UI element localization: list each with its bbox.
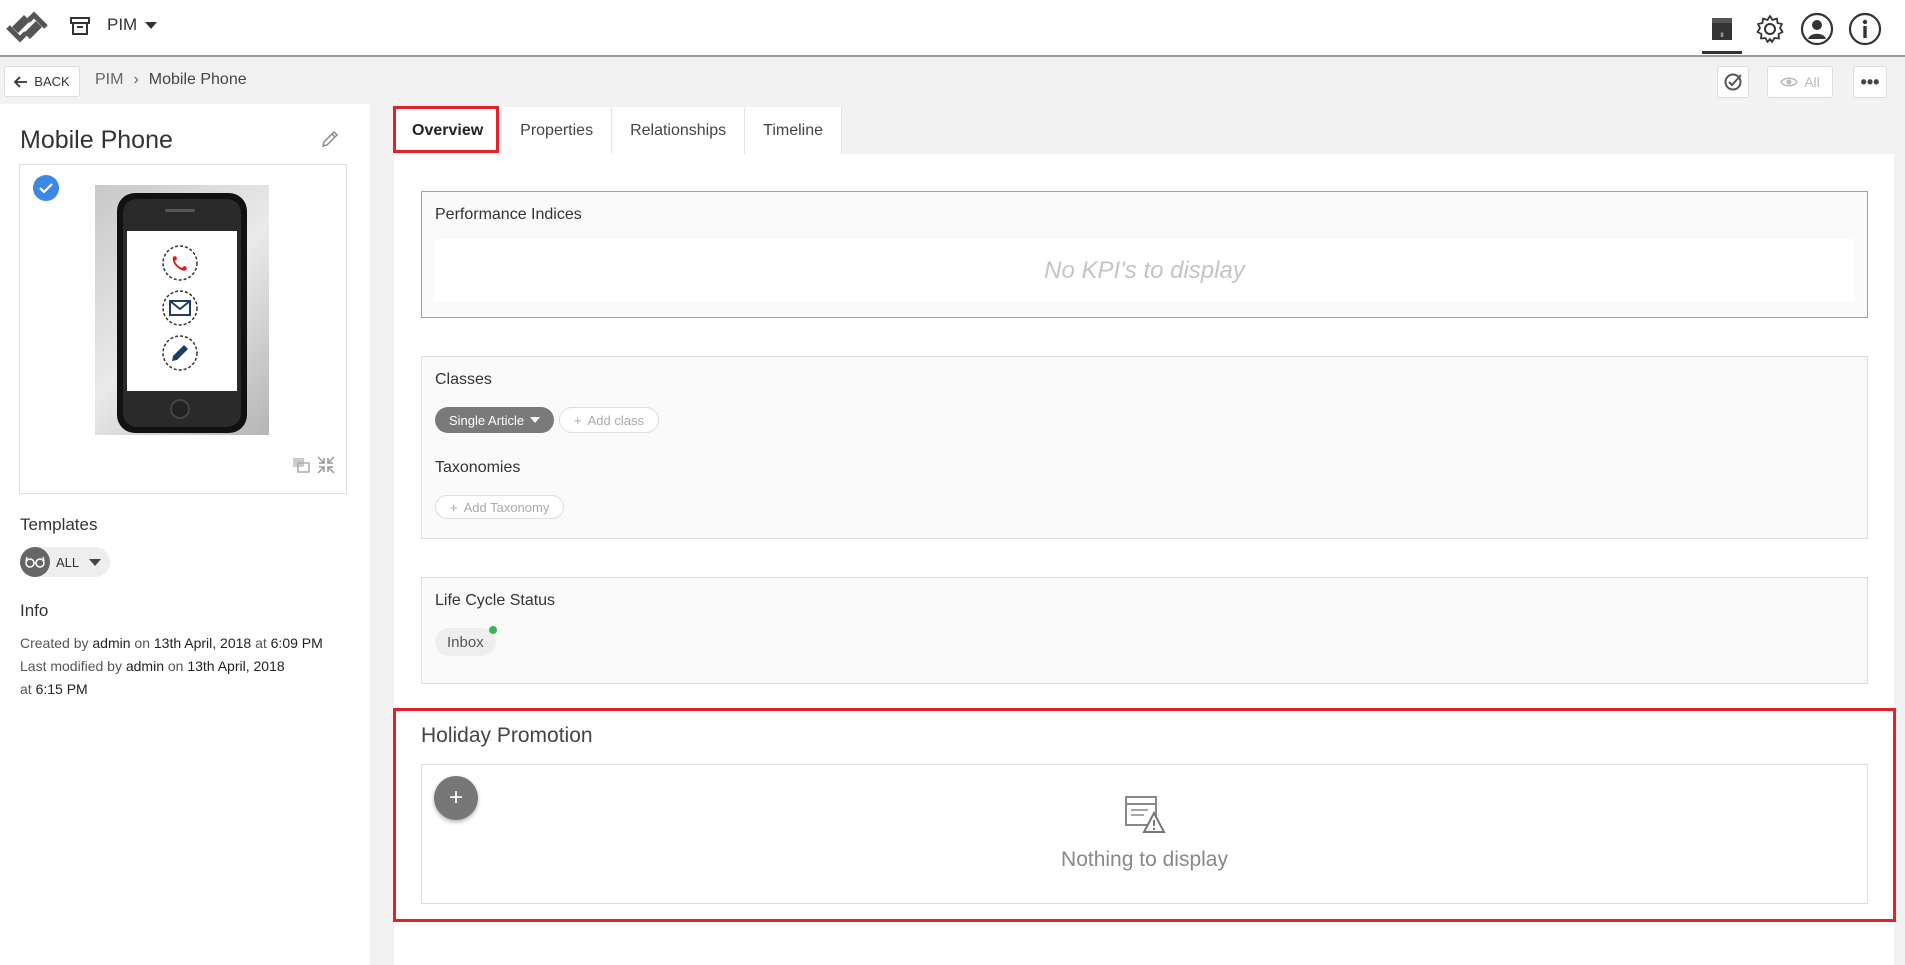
svg-text:II: II (1720, 33, 1724, 39)
info-heading: Info (20, 601, 49, 620)
modified-info: Last modified by admin on 13th April, 20… (20, 655, 290, 701)
sub-toolbar: BACK PIM › Mobile Phone All ••• (0, 59, 1905, 104)
classification-panel: Classes Single Article + Add class Taxon… (421, 356, 1868, 539)
modified-time: 6:15 PM (35, 681, 88, 697)
check-icon[interactable] (33, 175, 59, 201)
kpi-title: Performance Indices (435, 206, 582, 223)
pencil-icon[interactable] (319, 128, 341, 150)
object-title: Mobile Phone (20, 126, 173, 154)
created-info: Created by admin on 13th April, 2018 at … (20, 632, 350, 655)
info-icon[interactable] (1845, 9, 1885, 49)
lifecycle-status-chip[interactable]: Inbox (435, 626, 497, 656)
created-date: 13th April, 2018 (153, 635, 252, 651)
empty-state-text: Nothing to display (1061, 848, 1228, 871)
class-chip-single-article[interactable]: Single Article (435, 407, 555, 433)
glasses-icon (20, 547, 50, 577)
created-user: admin (92, 635, 131, 651)
tab-timeline[interactable]: Timeline (745, 107, 843, 154)
gear-icon[interactable] (1750, 9, 1790, 49)
ellipsis-icon: ••• (1860, 71, 1880, 92)
view-filter-label: All (1804, 74, 1820, 90)
modified-at: at (20, 681, 32, 697)
add-class-button[interactable]: + Add class (559, 407, 659, 433)
chevron-down-icon (530, 417, 541, 423)
kpi-panel: Performance Indices No KPI's to display (421, 191, 1868, 318)
status-dot-icon (488, 626, 497, 634)
overview-content: Performance Indices No KPI's to display … (394, 154, 1894, 965)
collapse-icon[interactable] (316, 455, 336, 475)
check-circle-icon (1724, 73, 1742, 91)
breadcrumb-separator: › (133, 71, 139, 88)
modified-year: 2018 (253, 658, 285, 674)
more-options-button[interactable]: ••• (1853, 66, 1887, 98)
back-label: BACK (34, 74, 70, 89)
empty-list-warning-icon (1124, 796, 1166, 833)
promo-title: Holiday Promotion (421, 724, 593, 747)
lifecycle-status-label: Inbox (447, 633, 484, 651)
tab-overview[interactable]: Overview (394, 107, 503, 154)
arrow-left-icon (14, 75, 28, 88)
templates-selector[interactable]: ALL (20, 547, 110, 577)
user-icon[interactable] (1797, 9, 1837, 49)
modified-prefix: Last modified by (20, 658, 122, 674)
validate-button[interactable] (1717, 66, 1749, 98)
eye-icon (1780, 77, 1799, 87)
object-image-box (19, 164, 347, 494)
classes-title: Classes (435, 371, 492, 388)
created-time: 6:09 PM (270, 635, 323, 651)
modified-user: admin (125, 658, 164, 674)
view-filter-button[interactable]: All (1767, 66, 1833, 98)
breadcrumb: PIM › Mobile Phone (95, 71, 247, 89)
lifecycle-panel: Life Cycle Status Inbox (421, 577, 1868, 684)
add-class-label: Add class (587, 412, 644, 428)
created-prefix: Created by (20, 635, 89, 651)
object-tabs: Overview Properties Relationships Timeli… (394, 107, 843, 154)
promo-panel: + Nothing to display (421, 764, 1868, 904)
archive-icon[interactable] (69, 15, 91, 37)
taxonomies-title: Taxonomies (435, 459, 521, 476)
app-logo-icon[interactable] (4, 8, 50, 46)
modified-date: 13th April, (187, 658, 250, 674)
plus-icon: + (574, 412, 582, 428)
catalog-icon[interactable]: II (1702, 9, 1742, 54)
app-name: PIM (107, 15, 138, 34)
modified-on: on (167, 658, 184, 674)
created-at: at (255, 635, 267, 651)
product-image (95, 185, 269, 435)
compare-icon[interactable] (291, 455, 311, 475)
app-switcher[interactable]: PIM (107, 15, 158, 35)
breadcrumb-item-current: Mobile Phone (148, 71, 247, 88)
empty-state: Nothing to display (422, 795, 1867, 872)
breadcrumb-item-pim[interactable]: PIM (95, 71, 123, 89)
chevron-down-icon (145, 21, 158, 29)
templates-value: ALL (56, 554, 80, 570)
tab-properties[interactable]: Properties (502, 107, 613, 154)
top-bar: PIM II (0, 0, 1905, 57)
templates-heading: Templates (20, 515, 98, 534)
kpi-empty-message: No KPI's to display (435, 239, 1854, 302)
add-taxonomy-button[interactable]: + Add Taxonomy (435, 495, 565, 519)
tab-relationships[interactable]: Relationships (612, 107, 746, 154)
add-taxonomy-label: Add Taxonomy (463, 499, 550, 515)
back-button[interactable]: BACK (4, 66, 80, 97)
created-on: on (134, 635, 150, 651)
chevron-down-icon (89, 558, 102, 566)
class-chip-label: Single Article (449, 412, 525, 428)
object-sidebar: Mobile Phone Templates ALL Info Created … (0, 104, 370, 965)
lifecycle-title: Life Cycle Status (435, 592, 556, 609)
plus-icon: + (450, 499, 458, 515)
